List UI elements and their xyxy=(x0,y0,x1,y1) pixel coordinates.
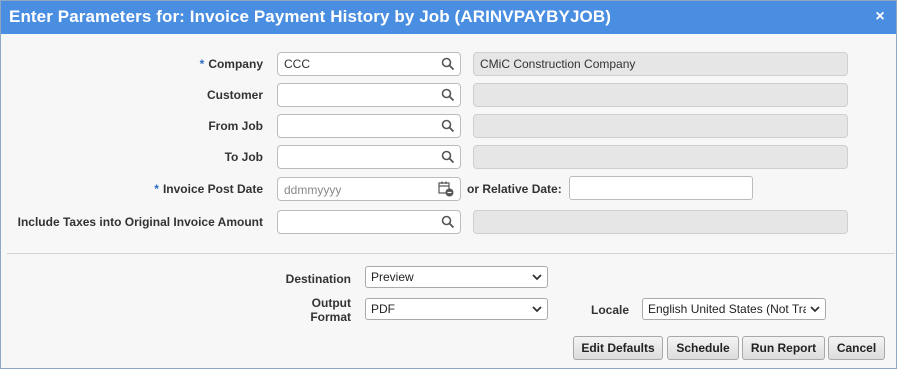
company-value: CCC xyxy=(284,57,310,71)
chevron-down-icon xyxy=(532,306,542,313)
invoice-post-date-label: * Invoice Post Date xyxy=(154,182,263,196)
close-icon[interactable]: × xyxy=(872,9,888,25)
output-format-label: Output Format xyxy=(310,296,351,324)
to-job-description xyxy=(473,145,848,169)
from-job-label: From Job xyxy=(208,119,263,133)
include-taxes-input[interactable] xyxy=(277,210,461,234)
dialog-title: Enter Parameters for: Invoice Payment Hi… xyxy=(9,7,611,26)
search-icon[interactable] xyxy=(441,150,455,164)
calendar-icon[interactable] xyxy=(438,181,454,197)
relative-date-label: or Relative Date: xyxy=(467,182,562,196)
to-job-label: To Job xyxy=(224,150,263,164)
invoice-post-date-input[interactable]: ddmmyyyy xyxy=(277,177,461,201)
search-icon[interactable] xyxy=(441,119,455,133)
customer-description xyxy=(473,83,848,107)
dialog-titlebar: Enter Parameters for: Invoice Payment Hi… xyxy=(1,1,896,34)
output-format-select[interactable]: PDF xyxy=(365,298,548,320)
search-icon[interactable] xyxy=(441,88,455,102)
to-job-input[interactable] xyxy=(277,145,461,169)
include-taxes-label: Include Taxes into Original Invoice Amou… xyxy=(17,215,263,229)
edit-defaults-button[interactable]: Edit Defaults xyxy=(573,336,663,360)
destination-label: Destination xyxy=(285,272,351,286)
from-job-input[interactable] xyxy=(277,114,461,138)
required-marker: * xyxy=(199,57,205,71)
include-taxes-description xyxy=(473,210,848,234)
chevron-down-icon xyxy=(532,274,542,281)
from-job-description xyxy=(473,114,848,138)
cancel-button[interactable]: Cancel xyxy=(828,336,885,360)
section-divider xyxy=(7,253,895,254)
chevron-down-icon xyxy=(810,306,820,313)
search-icon[interactable] xyxy=(441,57,455,71)
customer-input[interactable] xyxy=(277,83,461,107)
customer-label: Customer xyxy=(206,88,263,102)
destination-select[interactable]: Preview xyxy=(365,266,548,288)
company-description: CMiC Construction Company xyxy=(473,52,848,76)
required-marker: * xyxy=(154,182,159,196)
relative-date-input[interactable] xyxy=(569,176,753,200)
schedule-button[interactable]: Schedule xyxy=(667,336,739,360)
company-label: * Company xyxy=(199,57,263,71)
date-placeholder: ddmmyyyy xyxy=(284,183,342,197)
locale-label: Locale xyxy=(590,303,629,317)
search-icon[interactable] xyxy=(441,215,455,229)
parameters-dialog: Enter Parameters for: Invoice Payment Hi… xyxy=(0,0,897,369)
locale-select[interactable]: English United States (Not Tra xyxy=(642,298,826,320)
company-input[interactable]: CCC xyxy=(277,52,461,76)
run-report-button[interactable]: Run Report xyxy=(742,336,825,360)
